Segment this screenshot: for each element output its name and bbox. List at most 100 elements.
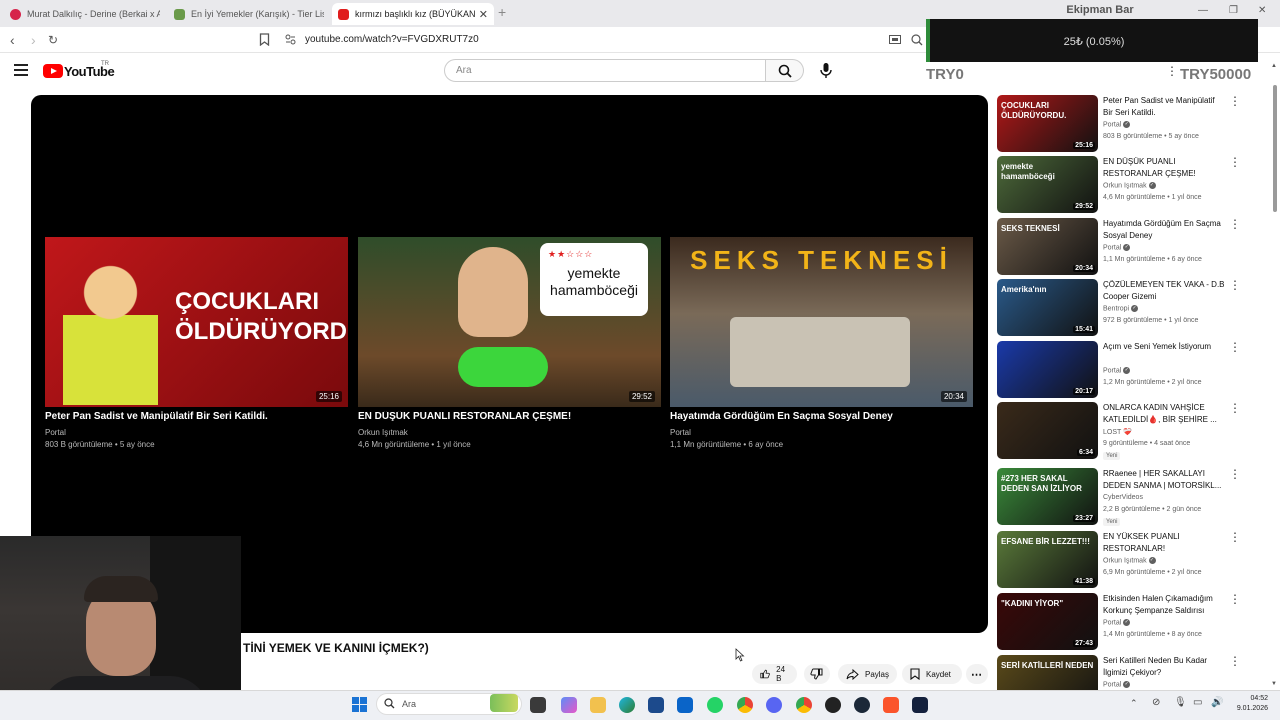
video-title[interactable]: EN DÜŞÜK PUANLI RESTORANLAR ÇEŞME! [1103, 156, 1225, 180]
more-options-icon[interactable]: ⋮ [1229, 402, 1241, 414]
endscreen-video-card[interactable]: ★★☆☆☆ yemekte hamamböceği 29:52 EN DÜŞÜK… [358, 237, 661, 449]
minimize-icon[interactable]: — [1198, 5, 1208, 16]
channel-name[interactable]: Orkun Işıtmak ✓ [1103, 182, 1156, 189]
sidebar-video-item[interactable]: 20:17 Açım ve Seni Yemek İstiyorum Portal … [997, 341, 1267, 399]
microphone-icon[interactable] [816, 60, 836, 80]
more-options-icon[interactable]: ⋮ [1229, 218, 1241, 230]
channel-name[interactable]: Portal ✓ [1103, 619, 1131, 626]
more-options-icon[interactable]: ⋮ [1229, 95, 1241, 107]
task-view-icon[interactable] [530, 697, 546, 713]
video-title[interactable]: Seri Katilleri Neden Bu Kadar İlgimizi Ç… [1103, 655, 1225, 679]
close-window-icon[interactable]: ✕ [1258, 5, 1266, 16]
video-title[interactable]: EN DÜŞÜK PUANLI RESTORANLAR ÇEŞME! [358, 411, 661, 422]
outlook-icon[interactable] [677, 697, 693, 713]
endscreen-video-card[interactable]: SEKS TEKNESİ 20:34 Hayatımda Gördüğüm En… [670, 237, 973, 449]
more-options-icon[interactable]: ⋮ [1229, 341, 1241, 353]
video-title[interactable]: RRaenee | HER SAKALLAYI DEDEN SANMA | MO… [1103, 468, 1225, 492]
more-options-icon[interactable]: ⋮ [1229, 593, 1241, 605]
copilot-icon[interactable] [561, 697, 577, 713]
more-actions-icon[interactable]: ⋯ [966, 664, 988, 684]
more-options-icon[interactable]: ⋮ [1229, 531, 1241, 543]
new-tab-button[interactable]: + [498, 4, 506, 20]
video-title[interactable]: Hayatımda Gördüğüm En Saçma Sosyal Deney [670, 411, 973, 422]
site-settings-icon[interactable] [285, 34, 296, 45]
browser-tab-active[interactable]: kırmızı başlıklı kız (BÜYÜKANNE ✕ [332, 3, 494, 25]
steam-icon[interactable] [854, 697, 870, 713]
dislike-button[interactable] [804, 664, 830, 684]
back-icon[interactable]: ‹ [10, 32, 15, 48]
channel-name[interactable]: Portal [670, 428, 973, 437]
file-explorer-icon[interactable] [590, 697, 606, 713]
channel-name[interactable]: CyberVideos [1103, 494, 1143, 501]
windows-start-icon[interactable] [352, 697, 368, 713]
channel-name[interactable]: Portal ✓ [1103, 681, 1131, 688]
video-title[interactable]: ONLARCA KADIN VAHŞİCE KATLEDİLDİ🩸, BİR Ş… [1103, 402, 1225, 426]
video-thumbnail[interactable]: 20:17 [997, 341, 1098, 398]
video-title[interactable]: ÇÖZÜLEMEYEN TEK VAKA - D.B Cooper Gizemi [1103, 279, 1225, 303]
video-title[interactable]: EN YÜKSEK PUANLI RESTORANLAR! [1103, 531, 1225, 555]
video-title[interactable]: Peter Pan Sadist ve Manipülatif Bir Seri… [1103, 95, 1225, 119]
channel-name[interactable]: Portal [45, 428, 348, 437]
video-title[interactable]: Peter Pan Sadist ve Manipülatif Bir Seri… [45, 411, 348, 422]
edge-icon[interactable] [619, 697, 635, 713]
volume-icon[interactable]: 🔊 [1211, 697, 1223, 708]
share-button[interactable]: Paylaş [838, 664, 897, 684]
search-button[interactable] [766, 59, 804, 82]
video-title[interactable]: Hayatımda Gördüğüm En Saçma Sosyal Deney [1103, 218, 1225, 242]
like-button[interactable]: 24 B [752, 664, 797, 684]
channel-name[interactable]: Portal ✓ [1103, 367, 1131, 374]
brave-icon[interactable] [883, 697, 899, 713]
channel-name[interactable]: Portal ✓ [1103, 244, 1131, 251]
forward-icon[interactable]: › [31, 32, 36, 48]
sidebar-video-item[interactable]: SEKS TEKNESİ 20:34 Hayatımda Gördüğüm En S… [997, 218, 1267, 276]
reload-icon[interactable]: ↻ [48, 32, 58, 48]
video-thumbnail[interactable]: EFSANE BİR LEZZET!!! 41:38 [997, 531, 1098, 588]
sidebar-video-item[interactable]: 6:34 ONLARCA KADIN VAHŞİCE KATLEDİLDİ🩸, B… [997, 402, 1267, 460]
video-title[interactable]: Açım ve Seni Yemek İstiyorum [1103, 341, 1225, 353]
url-field[interactable]: youtube.com/watch?v=FVGDXRUT7z0 [305, 34, 479, 45]
chrome-profile-icon[interactable] [796, 697, 812, 713]
channel-name[interactable]: Orkun Işıtmak [358, 428, 661, 437]
chrome-icon[interactable] [737, 697, 753, 713]
video-thumbnail[interactable]: #273 HER SAKAL DEDEN SAN İZLİYOR 23:27 [997, 468, 1098, 525]
chevron-up-icon[interactable]: ⌃ [1130, 698, 1138, 709]
video-thumbnail[interactable]: ÇOCUKLARI ÖLDÜRÜYORDU. 25:16 [997, 95, 1098, 152]
network-icon[interactable]: ⊘ [1152, 697, 1160, 708]
channel-name[interactable]: Orkun Işıtmak ✓ [1103, 557, 1156, 564]
video-thumbnail[interactable]: SEKS TEKNESİ 20:34 [670, 237, 973, 407]
scroll-down-icon[interactable]: ▼ [1271, 681, 1277, 687]
sidebar-video-item[interactable]: #273 HER SAKAL DEDEN SAN İZLİYOR 23:27 RRa… [997, 468, 1267, 526]
bookmark-icon[interactable] [259, 33, 270, 46]
discord-icon[interactable] [766, 697, 782, 713]
close-tab-icon[interactable]: ✕ [479, 8, 488, 21]
video-thumbnail[interactable]: "KADINI YİYOR" 27:43 [997, 593, 1098, 650]
taskbar-clock[interactable]: 04:52 9.01.2026 [1228, 694, 1268, 714]
channel-name[interactable]: LOST ❤‍🩹 [1103, 428, 1132, 436]
sidebar-video-item[interactable]: yemekte hamamböceği 29:52 EN DÜŞÜK PUANLI … [997, 156, 1267, 214]
whatsapp-icon[interactable] [707, 697, 723, 713]
video-thumbnail[interactable]: SEKS TEKNESİ 20:34 [997, 218, 1098, 275]
hamburger-menu-icon[interactable] [14, 64, 28, 76]
screencast-icon[interactable] [889, 35, 901, 45]
calculator-icon[interactable] [648, 697, 664, 713]
save-button[interactable]: Kaydet [902, 664, 962, 684]
channel-name[interactable]: Bentropi ✓ [1103, 305, 1139, 312]
maximize-icon[interactable]: ❐ [1229, 5, 1238, 16]
browser-tab[interactable]: Murat Dalkılıç - Derine (Berkai x ATH [4, 3, 166, 25]
more-options-icon[interactable]: ⋮ [1229, 655, 1241, 667]
browser-tab[interactable]: En İyi Yemekler (Karışık) - Tier List, K [168, 3, 330, 25]
scroll-up-icon[interactable]: ▲ [1271, 63, 1277, 69]
video-title[interactable]: Etkisinden Halen Çıkamadığım Korkunç Şem… [1103, 593, 1225, 617]
channel-name[interactable]: Portal ✓ [1103, 121, 1131, 128]
video-thumbnail[interactable]: ÇOCUKLARI ÖLDÜRÜYORDU. 25:16 [45, 237, 348, 407]
sidebar-video-item[interactable]: ÇOCUKLARI ÖLDÜRÜYORDU. 25:16 Peter Pan Sad… [997, 95, 1267, 153]
more-options-icon[interactable]: ⋮ [1229, 468, 1241, 480]
sidebar-video-item[interactable]: "KADINI YİYOR" 27:43 Etkisinden Halen Çıka… [997, 593, 1267, 651]
youtube-logo-icon[interactable] [43, 64, 63, 78]
app-icon[interactable] [912, 697, 928, 713]
video-thumbnail[interactable]: yemekte hamamböceği 29:52 [997, 156, 1098, 213]
search-input[interactable]: Ara [444, 59, 766, 82]
video-thumbnail[interactable]: 6:34 [997, 402, 1098, 459]
obs-icon[interactable] [825, 697, 841, 713]
microphone-tray-icon[interactable]: 🎙 [1174, 697, 1187, 708]
